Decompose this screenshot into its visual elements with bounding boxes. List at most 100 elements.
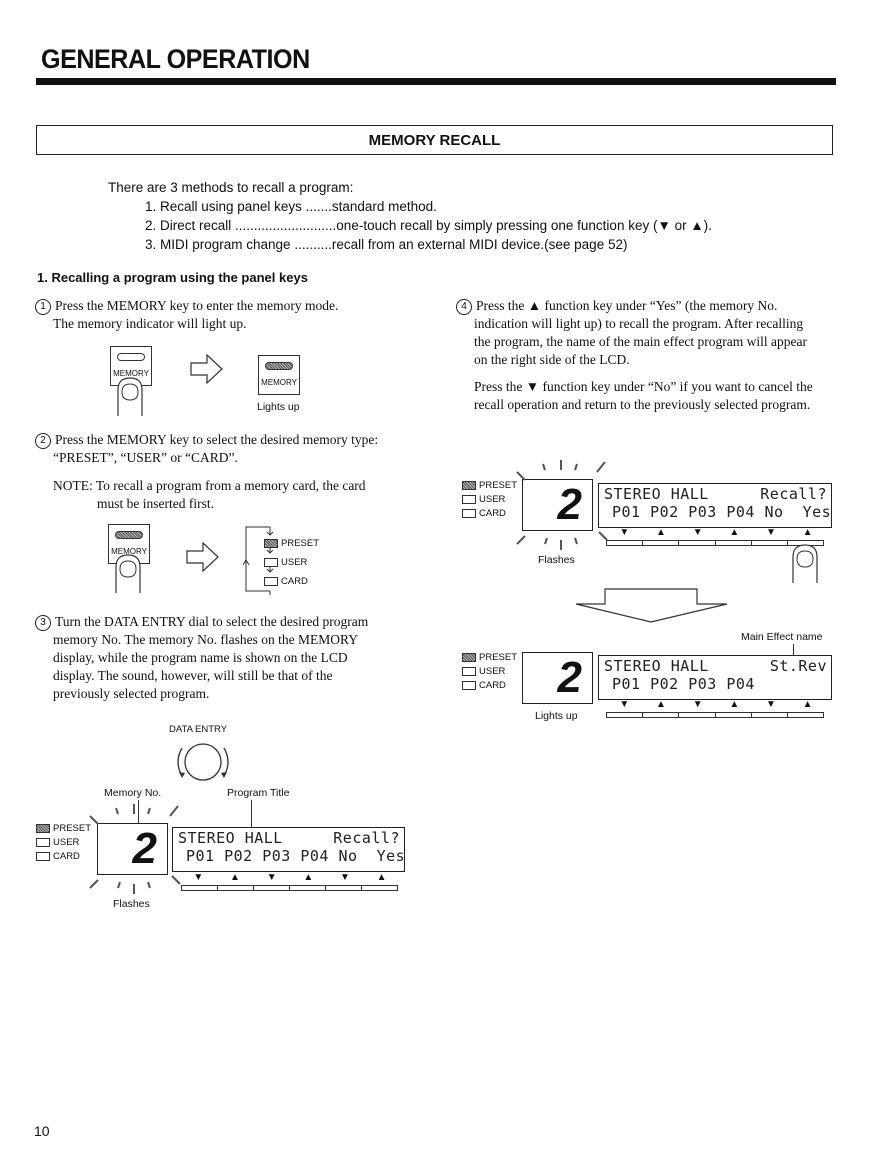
step3-line: memory No. The memory No. flashes on the… — [53, 632, 358, 647]
memory-display: 2 — [522, 652, 593, 704]
step4-line: Press the ▲ function key under “Yes” (th… — [476, 298, 778, 313]
step3-text: 3 Turn the DATA ENTRY dial to select the … — [35, 613, 435, 703]
step4-line: indication will light up) to recall the … — [474, 316, 804, 331]
lcd-line-2: P01 P02 P03 P04 No Yes — [186, 847, 406, 865]
indicator-lit-icon — [462, 480, 476, 490]
up-arrow-icon: ▲ — [303, 872, 314, 883]
lcd-display: STEREO HALL St.Rev P01 P02 P03 P04 — [598, 655, 832, 700]
indicator-card: CARD — [462, 678, 517, 692]
function-key-3[interactable] — [679, 713, 716, 717]
up-arrow-icon: ▲ — [802, 699, 813, 710]
lcd-prompt: Recall? — [760, 485, 827, 503]
lcd-display: STEREO HALL Recall? P01 P02 P03 P04 No Ye… — [598, 483, 832, 528]
indicator-off-icon — [462, 508, 476, 518]
step4-line: on the right side of the LCD. — [474, 352, 630, 367]
intro-lead: There are 3 methods to recall a program: — [108, 180, 354, 195]
lights-up-caption: Lights up — [535, 710, 578, 722]
function-key-2[interactable] — [218, 886, 254, 890]
function-key-5[interactable] — [752, 713, 788, 717]
step-number: 3 — [35, 615, 51, 631]
step4-line: Press the ▼ function key under “No” if y… — [474, 379, 813, 394]
step1-text: 1 Press the MEMORY key to enter the memor… — [35, 297, 435, 333]
indicator-label: PRESET — [479, 651, 518, 663]
function-key-6[interactable] — [362, 886, 397, 890]
step2-note: NOTE: To recall a program from a memory … — [53, 477, 433, 513]
function-key-5[interactable] — [752, 541, 788, 545]
function-key-4[interactable] — [290, 886, 326, 890]
down-arrow-icon: ▼ — [766, 699, 776, 710]
up-arrow-icon: ▲ — [656, 699, 666, 710]
up-arrow-icon: ▲ — [230, 872, 240, 883]
lcd-line-2: P01 P02 P03 P04 — [612, 675, 755, 693]
page-title: GENERAL OPERATION — [41, 44, 310, 74]
step2-line: “PRESET”, “USER” or “CARD”. — [53, 450, 238, 465]
lcd-line-1: STEREO HALL Recall? — [604, 485, 827, 503]
finger-icon — [115, 554, 141, 593]
memory-led-on — [265, 362, 293, 370]
memory-no-label: Memory No. — [104, 787, 162, 799]
function-key-1[interactable] — [182, 886, 218, 890]
indicator-label: USER — [479, 665, 506, 677]
lcd-line-2: P01 P02 P03 P04 No Yes — [612, 503, 832, 521]
function-key-1[interactable] — [607, 713, 644, 717]
method-desc: recall from an external MIDI device.(see… — [331, 237, 628, 252]
lcd-prompt: Recall? — [333, 829, 400, 847]
right-arrow-icon — [190, 354, 223, 384]
page-number: 10 — [34, 1123, 50, 1139]
up-arrow-icon: ▲ — [376, 872, 387, 883]
function-key-6[interactable] — [788, 713, 823, 717]
step3-line: Turn the DATA ENTRY dial to select the d… — [55, 614, 369, 629]
function-key-1[interactable] — [607, 541, 644, 545]
function-key-3[interactable] — [679, 541, 716, 545]
function-keys — [606, 712, 824, 718]
function-arrows: ▼ ▲ ▼ ▲ ▼ ▲ — [180, 872, 400, 883]
memory-led-off — [117, 353, 145, 361]
lcd-line-1: STEREO HALL Recall? — [178, 829, 400, 847]
function-key-4[interactable] — [716, 541, 752, 545]
function-key-2[interactable] — [643, 541, 680, 545]
lcd-program-title: STEREO HALL — [178, 829, 283, 847]
down-arrow-icon: ▼ — [619, 699, 630, 710]
method-label: 1. Recall using panel keys ....... — [145, 199, 332, 214]
function-arrows: ▼ ▲ ▼ ▲ ▼ ▲ — [606, 699, 826, 710]
step2-line: Press the MEMORY key to select the desir… — [55, 432, 379, 447]
cycle-item-card: CARD — [264, 574, 319, 588]
step3-line: previously selected program. — [53, 686, 210, 701]
step4-text: 4 Press the ▲ function key under “Yes” (t… — [456, 297, 846, 414]
down-arrow-icon: ▼ — [193, 872, 204, 883]
flashes-caption: Flashes — [113, 898, 150, 910]
function-key-4[interactable] — [716, 713, 752, 717]
up-arrow-icon: ▲ — [729, 527, 740, 538]
lcd-display: STEREO HALL Recall? P01 P02 P03 P04 No Ye… — [172, 827, 405, 872]
cycle-item-preset: PRESET — [264, 536, 319, 550]
memory-led-on — [115, 531, 143, 539]
note-line: NOTE: To recall a program from a memory … — [53, 478, 366, 493]
cycle-label: CARD — [281, 575, 308, 587]
cycle-item-user: USER — [264, 555, 319, 569]
finger-icon — [792, 544, 818, 583]
indicator-off-icon — [36, 837, 50, 847]
lcd-program-title: STEREO HALL — [604, 485, 709, 503]
indicator-off-icon — [36, 851, 50, 861]
indicator-label: CARD — [53, 850, 80, 862]
lcd-main-effect: St.Rev — [769, 657, 827, 675]
indicator-off-icon — [264, 576, 278, 586]
section-title: MEMORY RECALL — [368, 132, 501, 149]
indicator-lit-icon — [264, 538, 278, 548]
down-arrow-icon — [575, 588, 728, 623]
step3-line: display. The sound, however, will still … — [53, 668, 333, 683]
step2-text: 2 Press the MEMORY key to select the desi… — [35, 431, 435, 467]
step3-line: display, while the program name is shown… — [53, 650, 348, 665]
memory-digit: 2 — [557, 653, 582, 702]
title-rule — [36, 78, 836, 85]
function-key-3[interactable] — [254, 886, 290, 890]
down-arrow-icon: ▼ — [340, 872, 350, 883]
method-desc: one-touch recall by simply pressing one … — [336, 218, 712, 233]
function-key-2[interactable] — [643, 713, 680, 717]
memory-key-label: MEMORY — [261, 378, 297, 387]
indicator-label: USER — [53, 836, 80, 848]
step-number: 2 — [35, 433, 51, 449]
step-number: 4 — [456, 299, 472, 315]
function-key-5[interactable] — [326, 886, 362, 890]
method-item: 1. Recall using panel keys .......standa… — [145, 199, 437, 214]
